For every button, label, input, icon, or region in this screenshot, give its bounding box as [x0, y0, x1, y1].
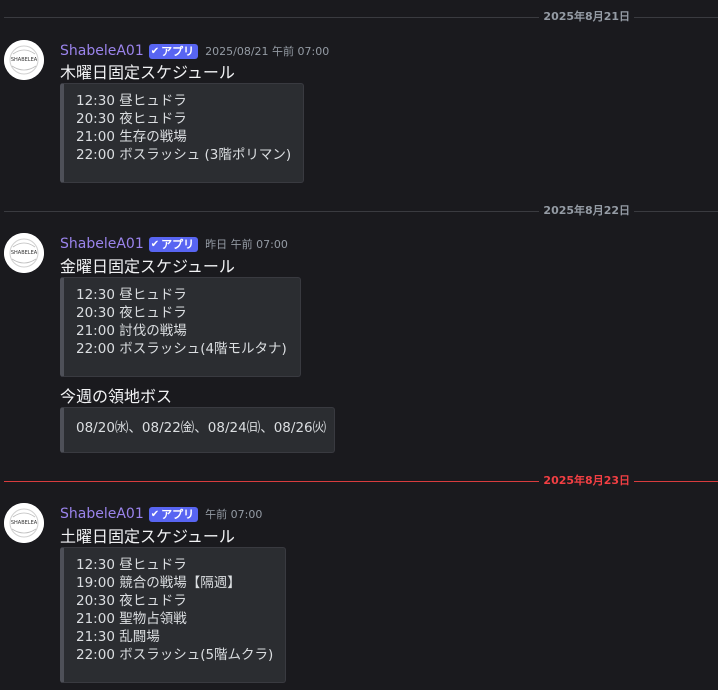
message-header: ShabeleA01 ✔ アプリ 昨日 午前 07:00: [60, 235, 288, 253]
checkmark-icon: ✔: [150, 238, 160, 250]
schedule-line: 20:30 夜ヒュドラ: [76, 111, 187, 127]
timestamp[interactable]: 昨日 午前 07:00: [205, 236, 288, 252]
date-divider-label: 2025年8月21日: [539, 10, 634, 24]
app-badge: ✔ アプリ: [148, 236, 199, 252]
schedule-embed: 12:30 昼ヒュドラ 20:30 夜ヒュドラ 21:00 生存の戦場 22:0…: [60, 83, 304, 183]
app-badge-label: アプリ: [161, 237, 195, 251]
timestamp[interactable]: 2025/08/21 午前 07:00: [205, 43, 329, 59]
date-divider: 2025年8月22日: [4, 204, 718, 218]
schedule-line: 22:00 ボスラッシュ(5階ムクラ): [76, 647, 274, 663]
schedule-line: 19:00 競合の戦場【隔週】: [76, 575, 241, 591]
schedule-embed: 12:30 昼ヒュドラ 19:00 競合の戦場【隔週】 20:30 夜ヒュドラ …: [60, 547, 286, 683]
date-divider-label: 2025年8月22日: [539, 204, 634, 218]
avatar-image: SHABELEA: [4, 503, 44, 543]
avatar[interactable]: SHABELEA: [4, 233, 44, 273]
avatar[interactable]: SHABELEA: [4, 503, 44, 543]
schedule-line: 22:00 ボスラッシュ(4階モルタナ): [76, 341, 287, 357]
schedule-line: 21:00 討伐の戦場: [76, 323, 187, 339]
schedule-line: 21:30 乱闘場: [76, 629, 160, 645]
boss-title: 今週の領地ボス: [60, 387, 173, 406]
boss-dates: 08/20㈬、08/22㈮、08/24㈰、08/26㈫: [76, 420, 327, 436]
message-title: 金曜日固定スケジュール: [60, 257, 235, 276]
checkmark-icon: ✔: [150, 45, 160, 57]
date-divider-label: 2025年8月23日: [539, 474, 634, 488]
date-divider-today: 2025年8月23日: [4, 474, 718, 488]
schedule-line: 21:00 生存の戦場: [76, 129, 187, 145]
author-name[interactable]: ShabeleA01: [60, 43, 144, 59]
schedule-line: 21:00 聖物占領戦: [76, 611, 187, 627]
avatar-text: SHABELEA: [11, 520, 38, 526]
author-name[interactable]: ShabeleA01: [60, 506, 144, 522]
avatar-image: SHABELEA: [4, 233, 44, 273]
author-name[interactable]: ShabeleA01: [60, 236, 144, 252]
message-title: 土曜日固定スケジュール: [60, 527, 235, 546]
schedule-line: 22:00 ボスラッシュ (3階ポリマン): [76, 147, 292, 163]
checkmark-icon: ✔: [150, 508, 160, 520]
schedule-line: 20:30 夜ヒュドラ: [76, 305, 187, 321]
app-badge-label: アプリ: [161, 44, 195, 58]
schedule-line: 12:30 昼ヒュドラ: [76, 287, 187, 303]
schedule-embed: 12:30 昼ヒュドラ 20:30 夜ヒュドラ 21:00 討伐の戦場 22:0…: [60, 277, 301, 377]
message-title: 木曜日固定スケジュール: [60, 63, 235, 82]
message-header: ShabeleA01 ✔ アプリ 2025/08/21 午前 07:00: [60, 42, 329, 60]
timestamp[interactable]: 午前 07:00: [205, 506, 262, 522]
app-badge: ✔ アプリ: [148, 43, 199, 59]
app-badge: ✔ アプリ: [148, 506, 199, 522]
date-divider: 2025年8月21日: [4, 10, 718, 24]
avatar-text: SHABELEA: [11, 250, 38, 256]
boss-embed: 08/20㈬、08/22㈮、08/24㈰、08/26㈫: [60, 407, 335, 453]
avatar[interactable]: SHABELEA: [4, 40, 44, 80]
schedule-line: 20:30 夜ヒュドラ: [76, 593, 187, 609]
avatar-image: SHABELEA: [4, 40, 44, 80]
schedule-line: 12:30 昼ヒュドラ: [76, 93, 187, 109]
message-header: ShabeleA01 ✔ アプリ 午前 07:00: [60, 505, 262, 523]
app-badge-label: アプリ: [161, 507, 195, 521]
schedule-line: 12:30 昼ヒュドラ: [76, 557, 187, 573]
avatar-text: SHABELEA: [11, 57, 38, 63]
